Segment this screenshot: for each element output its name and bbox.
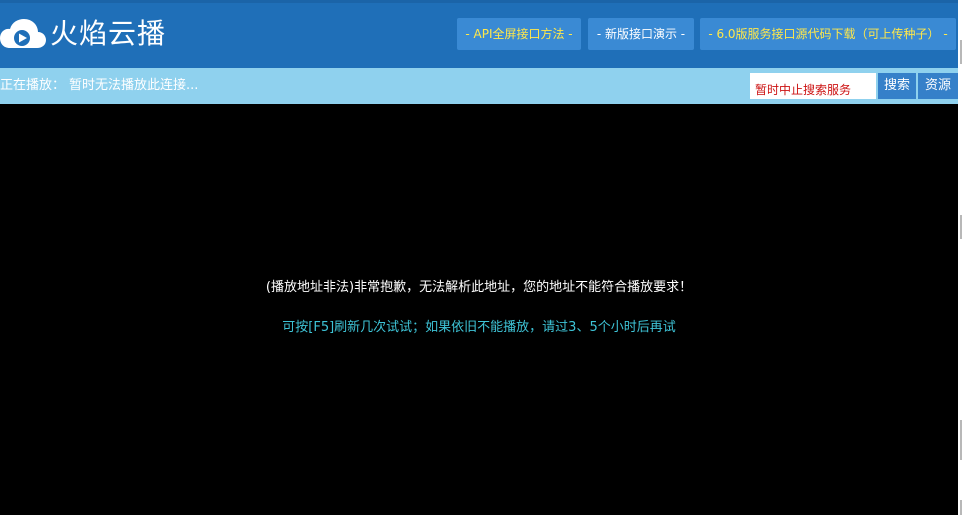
new-demo-button[interactable]: - 新版接口演示 - [588, 18, 694, 50]
error-message: (播放地址非法)非常抱歉，无法解析此地址，您的地址不能符合播放要求！ [265, 280, 693, 295]
source-download-button[interactable]: - 6.0版服务接口源代码下载（可上传种子） - [700, 18, 956, 50]
header-bar: 火焰云播 - API全屏接口方法 - - 新版接口演示 - - 6.0版服务接口… [0, 0, 958, 68]
logo[interactable]: 火焰云播 [0, 16, 166, 52]
scroll-mark [960, 420, 962, 460]
now-playing-label: 正在播放： [0, 78, 66, 93]
hint-message: 可按[F5]刷新几次试试；如果依旧不能播放，请过3、5个小时后再试 [282, 320, 676, 335]
scroll-mark [960, 215, 962, 239]
page: 火焰云播 - API全屏接口方法 - - 新版接口演示 - - 6.0版服务接口… [0, 0, 963, 515]
cloud-play-icon [0, 18, 46, 50]
api-fullscreen-label: - API全屏接口方法 - [465, 27, 573, 41]
brand-name: 火焰云播 [50, 17, 167, 50]
header-top-border [0, 0, 958, 3]
video-player[interactable]: (播放地址非法)非常抱歉，无法解析此地址，您的地址不能符合播放要求！ 可按[F5… [0, 104, 958, 515]
api-fullscreen-button[interactable]: - API全屏接口方法 - [457, 18, 581, 50]
scroll-mark [960, 40, 962, 64]
search-input[interactable] [750, 73, 876, 99]
scroll-mark [960, 500, 962, 515]
search-button[interactable]: 搜索 [878, 73, 916, 99]
now-playing: 正在播放： 暂时无法播放此连接... [0, 68, 198, 104]
now-playing-message: 暂时无法播放此连接... [69, 78, 199, 93]
source-download-label: - 6.0版服务接口源代码下载（可上传种子） - [708, 27, 948, 41]
resource-button[interactable]: 资源 [918, 73, 958, 99]
new-demo-label: - 新版接口演示 - [596, 27, 686, 41]
